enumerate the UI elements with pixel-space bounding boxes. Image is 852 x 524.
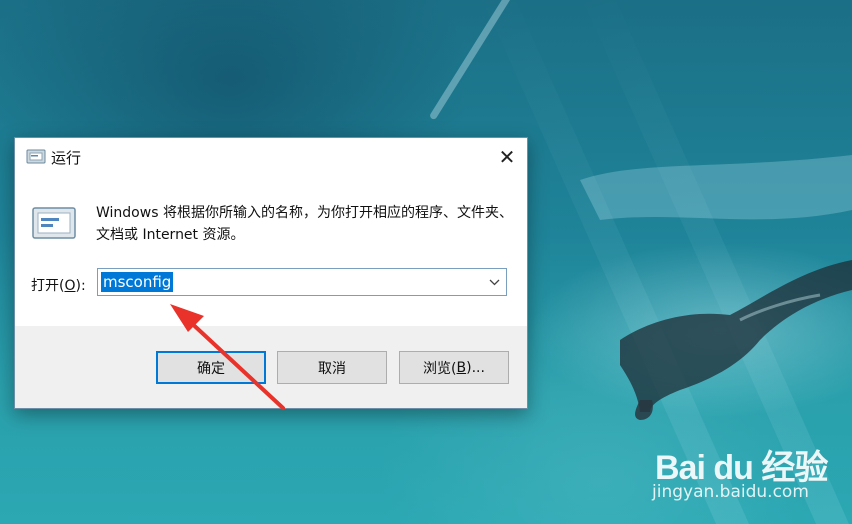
open-label-suffix: ): <box>75 278 86 294</box>
run-icon <box>26 149 46 164</box>
cancel-button[interactable]: 取消 <box>277 351 387 384</box>
open-label-prefix: 打开( <box>31 278 65 294</box>
close-button[interactable]: ✕ <box>487 138 527 176</box>
dialog-title: 运行 <box>51 149 82 167</box>
ok-button[interactable]: 确定 <box>156 351 266 384</box>
dialog-body: Windows 将根据你所输入的名称，为你打开相应的程序、文件夹、文档或 Int… <box>15 176 527 326</box>
browse-label-suffix: )... <box>466 359 485 376</box>
chevron-down-icon[interactable] <box>486 273 502 291</box>
browse-label-prefix: 浏览( <box>423 360 457 377</box>
browse-button[interactable]: 浏览(B)... <box>399 351 509 384</box>
open-label-key: O <box>64 278 76 294</box>
title-bar[interactable]: 运行 ✕ <box>15 138 527 176</box>
baidu-watermark: Bai du 经验 jingyan.baidu.com <box>650 430 850 510</box>
open-input[interactable]: msconfig <box>97 268 507 296</box>
desktop-background: 运行 ✕ Windows 将根据你所输入的名称，为你打开相应的程序、文件夹、文档… <box>0 0 852 524</box>
run-program-icon <box>32 207 76 239</box>
close-icon[interactable]: ✕ <box>499 145 516 169</box>
run-dialog: 运行 ✕ Windows 将根据你所输入的名称，为你打开相应的程序、文件夹、文档… <box>14 137 528 409</box>
open-input-value[interactable]: msconfig <box>101 272 174 292</box>
open-label: 打开(O): <box>31 275 86 295</box>
swimmer-figure <box>580 155 852 420</box>
dialog-description: Windows 将根据你所输入的名称，为你打开相应的程序、文件夹、文档或 Int… <box>96 205 513 243</box>
watermark-url: jingyan.baidu.com <box>652 482 809 502</box>
browse-label-key: B <box>456 359 467 376</box>
